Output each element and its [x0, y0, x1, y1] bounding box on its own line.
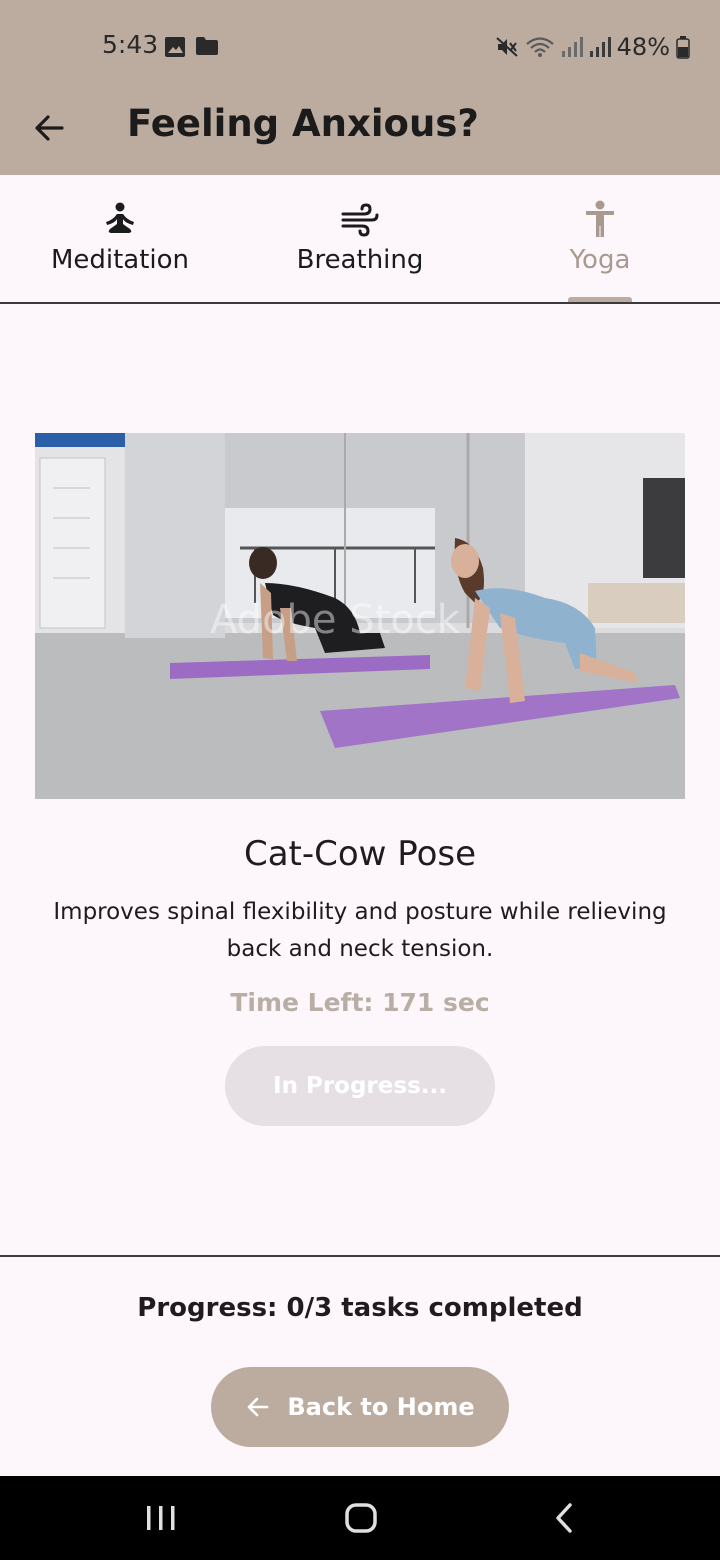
- exercise-image: Adobe Stock: [35, 433, 685, 799]
- page-title: Feeling Anxious?: [127, 102, 479, 145]
- tab-label: Breathing: [296, 245, 424, 275]
- meditation-icon: [106, 202, 134, 233]
- tab-bar: Meditation Breathing Yoga: [0, 175, 720, 304]
- status-time: 5:43: [102, 30, 159, 59]
- exercise-content: Adobe Stock Cat-Cow Pose Improves spinal…: [0, 304, 720, 1256]
- back-to-home-label: Back to Home: [287, 1393, 475, 1421]
- footer: Progress: 0/3 tasks completed Back to Ho…: [0, 1255, 720, 1476]
- folder-icon: [196, 37, 218, 55]
- tab-label: Meditation: [50, 245, 190, 275]
- arrow-left-icon[interactable]: [30, 108, 70, 148]
- in-progress-button[interactable]: In Progress...: [225, 1046, 495, 1126]
- signal-icon: [561, 37, 583, 57]
- back-to-home-button[interactable]: Back to Home: [211, 1367, 509, 1447]
- accessibility-figure-icon: [586, 200, 614, 237]
- signal-icon: [589, 37, 611, 57]
- mute-icon: [495, 37, 518, 57]
- active-tab-indicator: [568, 297, 632, 302]
- exercise-description: Improves spinal flexibility and posture …: [53, 899, 667, 962]
- system-navigation-bar: [0, 1476, 720, 1560]
- tab-yoga[interactable]: Yoga: [480, 175, 720, 302]
- recent-apps-icon[interactable]: [144, 1500, 178, 1536]
- exercise-title: Cat-Cow Pose: [243, 834, 477, 874]
- wind-icon: [341, 203, 379, 237]
- status-bar: 5:43 48%: [0, 0, 720, 92]
- battery-level: 48%: [616, 33, 670, 61]
- status-icons: 48%: [495, 30, 690, 64]
- screen: 5:43 48% Feeling Anxious? Meditation Bre…: [0, 0, 720, 1560]
- progress-text: Progress: 0/3 tasks completed: [137, 1293, 583, 1323]
- time-left: Time Left: 171 sec: [230, 988, 490, 1017]
- wifi-icon: [525, 37, 554, 57]
- battery-icon: [676, 36, 690, 59]
- home-icon[interactable]: [343, 1500, 379, 1536]
- tab-breathing[interactable]: Breathing: [240, 175, 480, 302]
- tab-label: Yoga: [569, 245, 631, 275]
- top-bar: 5:43 48% Feeling Anxious?: [0, 0, 720, 175]
- image-icon: [165, 37, 185, 57]
- watermark-text: Adobe Stock: [210, 597, 461, 643]
- yoga-illustration: Adobe Stock: [35, 433, 685, 799]
- app-bar: Feeling Anxious?: [0, 92, 720, 175]
- arrow-left-icon: [248, 1397, 269, 1417]
- back-icon[interactable]: [550, 1500, 578, 1536]
- tab-meditation[interactable]: Meditation: [0, 175, 240, 302]
